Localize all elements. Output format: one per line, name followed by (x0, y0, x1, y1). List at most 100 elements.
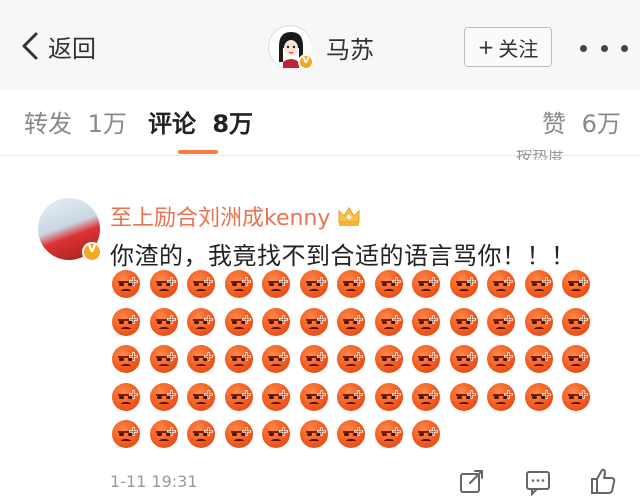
tab-likes[interactable]: 赞 6万 (542, 104, 621, 139)
angry-face-icon (487, 307, 515, 336)
angry-face-icon (149, 270, 178, 298)
back-button[interactable]: 返回 (18, 26, 96, 66)
emoji-row (112, 345, 602, 383)
angry-face-icon (299, 345, 328, 373)
more-options-icon[interactable] (580, 36, 628, 60)
angry-face-icon (224, 307, 253, 336)
angry-face-icon (487, 270, 515, 298)
angry-face-icon (112, 382, 140, 411)
emoji-row (112, 420, 602, 458)
profile-header[interactable]: 马苏 (268, 22, 374, 72)
angry-face-icon (524, 345, 553, 373)
back-label: 返回 (48, 34, 96, 63)
active-tab-indicator (178, 150, 218, 154)
angry-face-icon (449, 270, 478, 298)
chevron-left-icon (22, 32, 38, 60)
comment-timestamp: 1-11 19:31 (110, 472, 198, 491)
angry-face-icon (562, 345, 590, 373)
tab-likes-count: 6万 (581, 110, 621, 138)
verified-badge-icon (82, 241, 102, 262)
angry-face-icon (187, 307, 215, 336)
tab-reposts-count: 1万 (87, 110, 127, 138)
angry-face-icon (262, 270, 290, 298)
angry-face-icon (524, 270, 553, 298)
commenter-name[interactable]: 至上励合刘洲成kenny (110, 200, 362, 232)
angry-face-icon (149, 345, 178, 373)
vip-crown-icon (338, 207, 360, 226)
angry-face-icon (374, 420, 403, 448)
navigation-bar: 返回 马苏 + 关注 (0, 0, 640, 90)
sort-by-heat[interactable]: 按热度 (516, 150, 626, 160)
angry-face-icon (299, 270, 328, 298)
angry-face-icon (337, 382, 365, 411)
angry-face-icon (299, 307, 328, 336)
angry-face-icon (262, 307, 290, 336)
tab-comments[interactable]: 评论 8万 (148, 104, 253, 139)
emoji-row (112, 382, 602, 421)
angry-face-icon (112, 307, 140, 336)
angry-face-icon (187, 420, 215, 448)
angry-face-icon (412, 345, 440, 373)
angry-face-icon (374, 345, 403, 373)
tab-bar: 转发 1万 评论 8万 赞 6万 (0, 90, 640, 156)
angry-face-icon (524, 307, 553, 336)
angry-face-icon (224, 345, 253, 373)
angry-face-icon (374, 382, 403, 411)
angry-face-icon (487, 382, 515, 411)
angry-face-icon (449, 345, 478, 373)
angry-face-icon (449, 307, 478, 336)
angry-face-icon (524, 382, 553, 411)
page-title: 马苏 (326, 35, 374, 64)
angry-face-icon (487, 345, 515, 373)
thumbs-up-icon[interactable] (588, 466, 618, 496)
plus-icon: + (477, 35, 495, 59)
angry-face-icon (187, 270, 215, 298)
angry-face-icon (374, 270, 403, 298)
angry-face-icon (412, 420, 440, 448)
comment-icon[interactable] (524, 468, 552, 496)
angry-face-icon (562, 270, 590, 298)
emoji-row (112, 270, 602, 308)
angry-face-icon (149, 307, 178, 336)
angry-face-icon (262, 382, 290, 411)
commenter-name-label: 至上励合刘洲成kenny (110, 206, 331, 231)
angry-face-icon (224, 420, 253, 448)
angry-face-icon (112, 420, 140, 448)
angry-face-icon (299, 382, 328, 411)
sort-label: 按热度 (516, 150, 565, 160)
angry-face-icon (374, 307, 403, 336)
emoji-grid (112, 270, 602, 458)
angry-face-icon (412, 270, 440, 298)
tab-likes-label: 赞 (542, 110, 566, 138)
angry-face-icon (187, 382, 215, 411)
angry-face-icon (449, 382, 478, 411)
comment-text: 你渣的，我竟找不到合适的语言骂你！！！ (110, 242, 576, 270)
avatar[interactable] (268, 25, 314, 70)
angry-face-icon (262, 345, 290, 373)
tab-reposts-label: 转发 (24, 110, 72, 138)
angry-face-icon (299, 420, 328, 448)
emoji-row (112, 307, 602, 346)
angry-face-icon (187, 345, 215, 373)
angry-face-icon (337, 270, 365, 298)
angry-face-icon (412, 307, 440, 336)
tab-comments-label: 评论 (148, 110, 196, 138)
tab-reposts[interactable]: 转发 1万 (24, 104, 127, 139)
angry-face-icon (224, 270, 253, 298)
share-icon[interactable] (458, 468, 486, 496)
angry-face-icon (149, 420, 178, 448)
angry-face-icon (149, 382, 178, 411)
follow-button[interactable]: + 关注 (464, 27, 552, 67)
angry-face-icon (412, 382, 440, 411)
angry-face-icon (562, 307, 590, 336)
follow-label: 关注 (498, 36, 539, 61)
tab-comments-count: 8万 (212, 110, 254, 138)
angry-face-icon (337, 345, 365, 373)
angry-face-icon (337, 420, 365, 448)
angry-face-icon (112, 345, 140, 373)
angry-face-icon (562, 382, 590, 411)
angry-face-icon (224, 382, 253, 411)
commenter-avatar[interactable] (38, 198, 102, 262)
angry-face-icon (337, 307, 365, 336)
verified-badge-icon (298, 53, 314, 70)
